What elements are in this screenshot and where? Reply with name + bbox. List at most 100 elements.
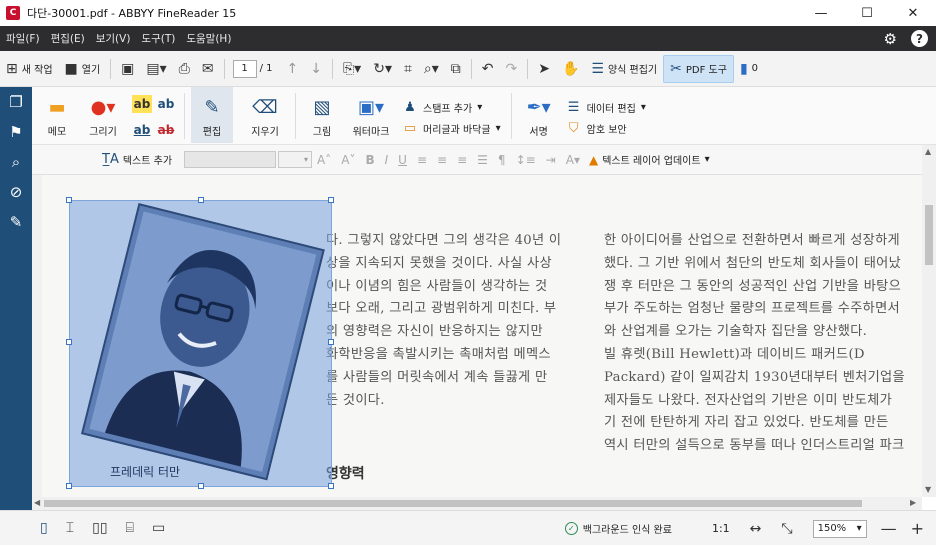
menu-help[interactable]: 도움말(H) <box>181 31 236 46</box>
chevron-down-icon: ▾ <box>495 123 501 134</box>
single-page-view-icon[interactable]: ▯ <box>40 520 48 536</box>
align-center-icon[interactable]: ≡ <box>432 153 452 167</box>
memo-button[interactable]: ▬ 메모 <box>34 87 80 143</box>
print-button[interactable]: ⎙ <box>173 55 196 83</box>
menu-view[interactable]: 보기(V) <box>91 31 136 46</box>
gear-icon[interactable]: ⚙ <box>884 30 897 48</box>
scroll-left-icon[interactable]: ◀ <box>34 498 40 507</box>
scroll-up-icon[interactable]: ▲ <box>925 147 931 156</box>
resize-handle[interactable] <box>328 483 334 489</box>
abbyy-logo-icon: C <box>6 6 20 20</box>
signature-pen-icon[interactable]: ✎ <box>0 207 32 237</box>
resize-handle[interactable] <box>328 339 334 345</box>
text-color-icon[interactable]: A▾ <box>561 153 585 167</box>
continuous-view-icon[interactable]: ⌶ <box>66 520 74 536</box>
edit-data-button[interactable]: ☰ 데이터 편집 ▾ <box>566 100 646 115</box>
save-as-button[interactable]: ▤▾ <box>140 55 172 83</box>
undo-button[interactable]: ↶ <box>476 55 500 83</box>
minimize-button[interactable]: — <box>798 0 844 26</box>
pdf-tools-button[interactable]: ✂ PDF 도구 <box>663 54 734 83</box>
crop-button[interactable]: ⌗ <box>398 55 418 83</box>
align-right-icon[interactable]: ≡ <box>452 153 472 167</box>
menu-file[interactable]: 파일(F) <box>1 31 45 46</box>
edit-button[interactable]: ✎ 편집 <box>191 87 233 143</box>
draw-button[interactable]: ●▾ 그리기 <box>80 87 126 143</box>
erase-button[interactable]: ⌫ 지우기 <box>241 87 289 143</box>
zoom-in-icon[interactable]: + <box>911 519 924 538</box>
scroll-right-icon[interactable]: ▶ <box>910 498 916 507</box>
fit-width-icon[interactable]: ↔ <box>750 521 762 537</box>
resize-handle[interactable] <box>198 483 204 489</box>
font-family-select[interactable] <box>184 151 277 168</box>
resize-handle[interactable] <box>66 197 72 203</box>
select-tool-button[interactable]: ➤ <box>532 55 556 83</box>
scroll-down-icon[interactable]: ▼ <box>925 485 931 494</box>
maximize-button[interactable]: ☐ <box>844 0 890 26</box>
underline-icon[interactable]: ab <box>130 117 154 143</box>
resize-handle[interactable] <box>198 197 204 203</box>
two-page-view-icon[interactable]: ▯▯ <box>92 520 107 536</box>
italic-icon[interactable]: I <box>380 153 394 167</box>
form-editor-button[interactable]: ☰ 양식 편집기 <box>585 55 663 83</box>
redo-button[interactable]: ↷ <box>499 55 523 83</box>
resize-handle[interactable] <box>328 197 334 203</box>
resize-handle[interactable] <box>66 339 72 345</box>
insert-text-icon[interactable]: ab <box>154 91 178 117</box>
zoom-page-button[interactable]: ⌕▾ <box>418 55 445 83</box>
page-number-input[interactable]: 1 <box>232 59 257 78</box>
decrease-font-icon[interactable]: A˅ <box>336 153 360 167</box>
actual-size-button[interactable]: 1:1 <box>712 522 730 535</box>
align-left-icon[interactable]: ≡ <box>412 153 432 167</box>
menu-edit[interactable]: 편집(E) <box>46 31 90 46</box>
watermark-button[interactable]: ▣▾ 워터마크 <box>346 87 396 143</box>
resize-handle[interactable] <box>66 483 72 489</box>
font-size-select[interactable]: ▾ <box>278 151 313 168</box>
horizontal-scroll-thumb[interactable] <box>44 500 862 507</box>
add-stamp-button[interactable]: ♟ 스탬프 추가 ▾ <box>402 100 501 115</box>
bookmark-icon[interactable]: ⚑ <box>0 117 32 147</box>
vertical-scrollbar[interactable]: ▲ ▼ <box>922 145 936 497</box>
portrait-photo <box>80 203 325 481</box>
justify-icon[interactable]: ☰ <box>472 153 493 167</box>
zoom-out-icon[interactable]: — <box>881 519 897 538</box>
save-button[interactable]: ▣ <box>115 55 140 83</box>
selected-image-block[interactable]: 프레데릭 터만 <box>66 197 334 489</box>
horizontal-scrollbar[interactable]: ◀ ▶ <box>32 497 922 510</box>
bold-icon[interactable]: B <box>360 153 379 167</box>
recognize-button[interactable]: ⧉ <box>445 55 467 83</box>
two-page-continuous-icon[interactable]: ⌸ <box>126 520 134 536</box>
fit-page-icon[interactable]: ⤡ <box>781 521 792 537</box>
vertical-scroll-thumb[interactable] <box>925 205 933 265</box>
comments-button[interactable]: ▮ 0 <box>734 55 764 83</box>
prev-page-button[interactable]: ↑ <box>281 55 305 83</box>
help-icon[interactable]: ? <box>911 30 928 47</box>
rotate-button[interactable]: ↻▾ <box>367 55 398 83</box>
menu-tools[interactable]: 도구(T) <box>136 31 180 46</box>
pages-icon[interactable]: ❐ <box>0 87 32 117</box>
indent-icon[interactable]: ⇥ <box>541 153 561 167</box>
zoom-select[interactable]: 150% ▾ <box>812 519 867 538</box>
header-footer-button[interactable]: ▭ 머리글과 바닥글 ▾ <box>402 121 501 136</box>
new-task-button[interactable]: ⊞ 새 작업 <box>0 55 59 83</box>
line-spacing-icon[interactable]: ↕≡ <box>511 153 541 167</box>
highlight-icon[interactable]: ab <box>132 95 152 113</box>
strikethrough-icon[interactable]: ab <box>154 117 178 143</box>
hand-tool-button[interactable]: ✋ <box>556 55 585 83</box>
signature-button[interactable]: ✒▾ 서명 <box>518 87 560 143</box>
close-button[interactable]: ✕ <box>890 0 936 26</box>
encrypt-button[interactable]: ⛉ 암호 보안 <box>566 121 646 136</box>
increase-font-icon[interactable]: A˄ <box>312 153 336 167</box>
update-text-layer-button[interactable]: ▲ 텍스트 레이어 업데이트 ▾ <box>585 152 714 168</box>
email-button[interactable]: ✉ <box>196 55 220 83</box>
add-page-button[interactable]: ⎘▾ <box>337 55 367 83</box>
open-button[interactable]: ■ 열기 <box>59 55 107 83</box>
search-icon[interactable]: ⌕ <box>0 147 32 177</box>
picture-button[interactable]: ▧ 그림 <box>302 87 342 143</box>
paragraph-icon[interactable]: ¶ <box>493 153 511 167</box>
add-text-button[interactable]: T̲A 텍스트 추가 <box>98 152 176 167</box>
presentation-view-icon[interactable]: ▭ <box>152 520 165 536</box>
underline-format-icon[interactable]: U <box>393 153 412 167</box>
col2-line: 부가 주도하는 엄청난 물량의 프로젝트를 수주하면서 <box>604 301 900 317</box>
attachment-icon[interactable]: ⊘ <box>0 177 32 207</box>
next-page-button[interactable]: ↓ <box>304 55 328 83</box>
